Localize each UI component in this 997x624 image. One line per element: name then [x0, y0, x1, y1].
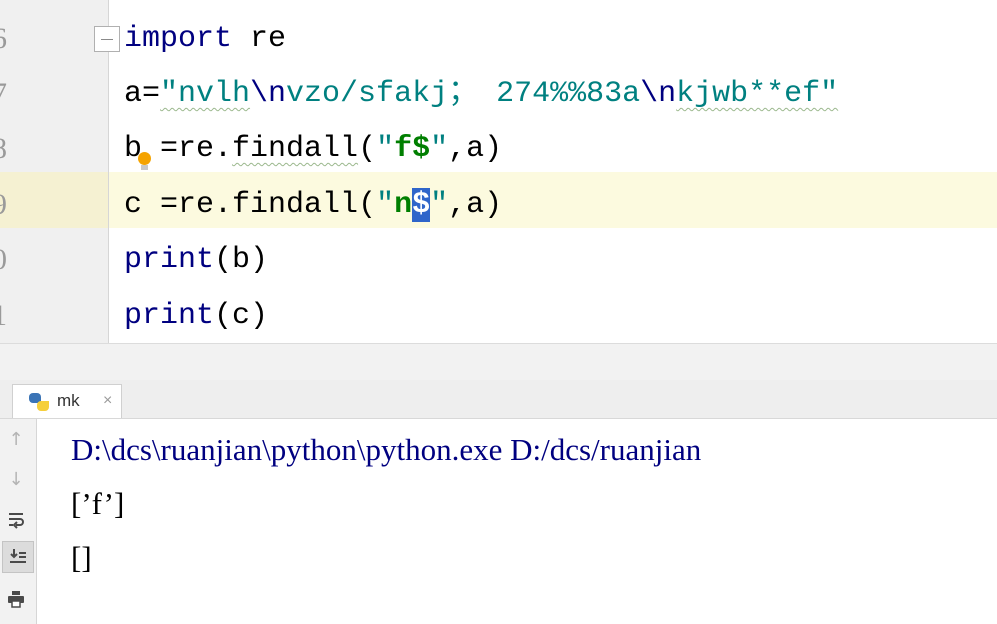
module-name: re [232, 22, 287, 56]
string-literal-part: kjwb**ef″ [676, 77, 839, 111]
line-number: 7 [0, 66, 16, 122]
code-line-print-c[interactable]: print(c) [124, 288, 268, 343]
keyword-import: import [124, 22, 233, 56]
line-number: 9 [0, 177, 16, 233]
operator: =re. [142, 188, 233, 222]
arguments: ,a) [448, 188, 503, 222]
code-line-findall-b[interactable]: b =re.findall(″f$″,a) [124, 121, 502, 177]
gutter-current-line-highlight [0, 172, 108, 228]
operator: =re. [142, 132, 233, 166]
arguments: (c) [214, 299, 269, 333]
paren: ( [358, 132, 377, 166]
fold-collapse-icon[interactable] [94, 26, 120, 52]
function-findall: findall [232, 132, 359, 166]
function-findall: findall [232, 188, 359, 222]
arguments: (b) [214, 243, 269, 277]
function-print: print [124, 299, 215, 333]
escape-sequence: \n [640, 77, 677, 111]
print-icon[interactable] [0, 583, 32, 615]
regex-pattern: f$ [394, 132, 431, 166]
line-number: 8 [0, 121, 16, 177]
caret-selection[interactable]: $ [412, 188, 431, 222]
line-number: 0 [0, 232, 16, 288]
run-tab-bar: mk × [0, 380, 997, 419]
line-number-gutter: 6 7 8 9 0 1 [0, 0, 109, 343]
scroll-to-end-icon[interactable] [2, 541, 34, 573]
arrow-down-icon[interactable]: ↓ [0, 463, 32, 495]
escape-sequence: \n [250, 77, 287, 111]
arguments: ,a) [448, 132, 503, 166]
close-icon[interactable]: × [103, 392, 112, 410]
console-output[interactable]: D:\dcs\ruanjian\python\python.exe D:/dcs… [37, 419, 997, 624]
arrow-up-icon[interactable]: ↑ [0, 423, 32, 455]
variable-c: c [124, 188, 143, 222]
console-line-output: [’f’] [71, 486, 125, 521]
function-print: print [124, 243, 215, 277]
code-line-import[interactable]: import re [124, 11, 286, 67]
string-quote: ″ [430, 132, 449, 166]
run-toolbar: ↑ ↓ [0, 419, 37, 624]
console-line-output: [] [71, 540, 92, 575]
variable-a: a= [124, 77, 161, 111]
console-line-command: D:\dcs\ruanjian\python\python.exe D:/dcs… [71, 432, 702, 467]
string-quote: ″ [376, 188, 395, 222]
paren: ( [358, 188, 377, 222]
soft-wrap-icon[interactable] [0, 503, 32, 535]
string-literal-part: ″nvlh [160, 77, 251, 111]
code-line-findall-c[interactable]: c =re.findall(″n$″,a) [124, 177, 502, 233]
line-number: 1 [0, 288, 16, 343]
code-editor[interactable]: 6 7 8 9 0 1 import re a=″nvlh\nvzo/sfakj… [0, 0, 997, 343]
intention-bulb-icon[interactable] [138, 152, 151, 170]
code-line-assign-a[interactable]: a=″nvlh\nvzo/sfakj； 274%%83a\nkjwb**ef″ [124, 66, 838, 122]
code-line-print-b[interactable]: print(b) [124, 232, 268, 288]
run-tab-label: mk [57, 391, 80, 410]
python-icon [29, 393, 51, 411]
string-quote: ″ [430, 188, 449, 222]
run-tab-mk[interactable]: mk × [12, 384, 122, 418]
line-number: 6 [0, 11, 16, 67]
string-literal-part: vzo/sfakj； 274%%83a [286, 77, 641, 111]
regex-pattern: n [394, 188, 413, 222]
string-quote: ″ [376, 132, 395, 166]
panel-splitter[interactable] [0, 343, 997, 381]
